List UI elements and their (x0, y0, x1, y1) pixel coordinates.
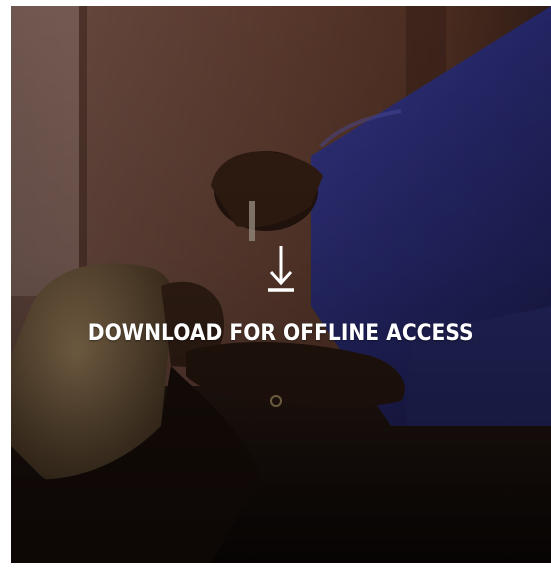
download-label: DOWNLOAD FOR OFFLINE ACCESS (88, 321, 474, 346)
download-arrow-icon (268, 246, 294, 292)
download-cta[interactable]: DOWNLOAD FOR OFFLINE ACCESS (11, 244, 551, 346)
download-offline-card[interactable]: DOWNLOAD FOR OFFLINE ACCESS (11, 6, 551, 563)
